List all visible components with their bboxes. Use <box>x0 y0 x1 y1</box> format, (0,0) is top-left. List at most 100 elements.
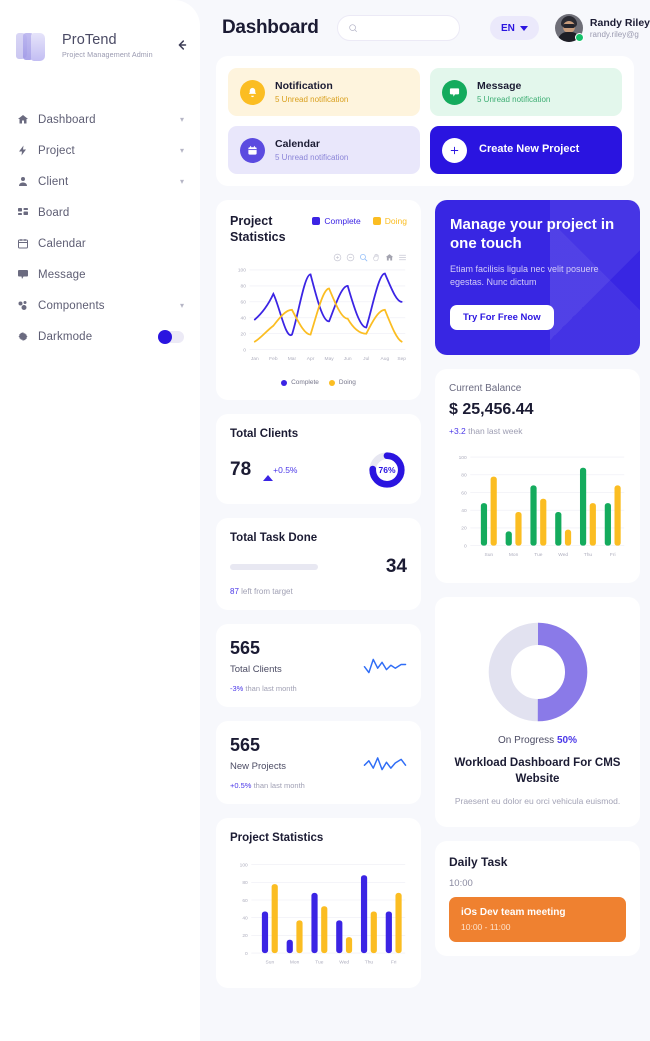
svg-text:40: 40 <box>241 316 247 322</box>
balance-bar-chart: 1008060 40200 <box>449 444 626 564</box>
sidebar: ProTend Project Management Admin Dashboa… <box>0 0 200 1041</box>
gear-icon <box>16 330 29 343</box>
zoom-in-icon[interactable] <box>333 253 342 262</box>
daily-task-time: 10:00 <box>449 878 626 889</box>
status-badge <box>575 33 584 42</box>
chat-icon <box>442 80 467 105</box>
mini-card-new-projects: 565 New Projects +0.5% than last month <box>216 721 421 804</box>
chat-icon <box>16 268 29 281</box>
daily-task-item[interactable]: iOs Dev team meeting 10:00 - 11:00 <box>449 897 626 942</box>
notification-card[interactable]: Notification 5 Unread notification <box>228 68 420 116</box>
legend-label: Complete <box>324 216 360 226</box>
pan-icon[interactable] <box>372 253 381 262</box>
legend-item-complete-bottom[interactable]: Complete <box>281 379 319 386</box>
svg-text:Wed: Wed <box>558 552 568 558</box>
svg-text:80: 80 <box>242 880 248 886</box>
total-task-done-card: Total Task Done 34 87 left from target <box>216 518 421 610</box>
sparkline-chart <box>363 655 407 677</box>
daily-task-card: Daily Task 10:00 iOs Dev team meeting 10… <box>435 841 640 956</box>
promo-subtitle: Etiam facilisis ligula nec velit posuere… <box>450 263 625 289</box>
sidebar-item-client[interactable]: Client ▾ <box>0 166 200 197</box>
sidebar-item-darkmode[interactable]: Darkmode <box>0 321 200 352</box>
sidebar-item-project[interactable]: Project ▾ <box>0 135 200 166</box>
mini-value: 565 <box>230 638 297 659</box>
calendar-icon <box>240 138 265 163</box>
mini-delta: +0.5% than last month <box>230 781 305 790</box>
selection-icon[interactable] <box>359 253 368 262</box>
mini-card-total-clients: 565 Total Clients -3% than last month <box>216 624 421 707</box>
legend-label: Doing <box>339 379 356 386</box>
sidebar-item-calendar[interactable]: Calendar <box>0 228 200 259</box>
progress-bar <box>230 564 318 570</box>
sidebar-item-label: Project <box>38 145 75 157</box>
right-column: Manage your project in one touch Etiam f… <box>435 200 640 988</box>
sidebar-item-message[interactable]: Message <box>0 259 200 290</box>
arrow-left-icon[interactable] <box>174 38 190 54</box>
menu-icon[interactable] <box>398 253 407 262</box>
sidebar-item-board[interactable]: Board <box>0 197 200 228</box>
svg-text:Wed: Wed <box>339 960 349 966</box>
search-box[interactable] <box>337 15 460 41</box>
reset-icon[interactable] <box>385 253 394 262</box>
plus-icon <box>442 138 467 163</box>
brand-name: ProTend <box>62 33 153 49</box>
legend-item-doing: Doing <box>373 216 407 226</box>
mini-label: New Projects <box>230 761 305 772</box>
sidebar-item-label: Dashboard <box>38 114 96 126</box>
chevron-down-icon: ▾ <box>180 178 184 186</box>
workload-description: Praesent eu dolor eu orci vehicula euism… <box>449 795 626 807</box>
components-icon <box>16 299 29 312</box>
workload-percent: 50% <box>557 735 577 746</box>
svg-text:60: 60 <box>241 300 247 306</box>
mini-value: 565 <box>230 735 305 756</box>
card-title: Total Task Done <box>230 532 407 544</box>
quick-actions-panel: Notification 5 Unread notification Messa… <box>216 56 634 186</box>
flash-icon <box>16 144 29 157</box>
app-root: ProTend Project Management Admin Dashboa… <box>0 0 650 1041</box>
dashboard-grid: Project Statistics Complete Doing <box>216 200 634 988</box>
svg-text:Apr: Apr <box>307 357 315 363</box>
workload-progress: On Progress 50% <box>449 735 626 746</box>
sidebar-item-dashboard[interactable]: Dashboard ▾ <box>0 104 200 135</box>
topbar: Dashboard EN Randy Riley randy.riley@ <box>200 0 650 56</box>
darkmode-toggle[interactable] <box>158 331 184 343</box>
main-content: Dashboard EN Randy Riley randy.riley@ <box>200 0 650 1041</box>
svg-text:Fri: Fri <box>391 960 397 966</box>
svg-text:May: May <box>325 357 335 363</box>
calendar-card[interactable]: Calendar 5 Unread notification <box>228 126 420 174</box>
svg-text:Jul: Jul <box>363 357 369 363</box>
profile-menu[interactable]: Randy Riley randy.riley@g <box>555 14 650 42</box>
sidebar-item-label: Client <box>38 176 68 188</box>
chevron-down-icon: ▾ <box>180 302 184 310</box>
zoom-out-icon[interactable] <box>346 253 355 262</box>
legend-item-doing-bottom[interactable]: Doing <box>329 379 356 386</box>
svg-text:Tue: Tue <box>315 960 323 966</box>
message-card[interactable]: Message 5 Unread notification <box>430 68 622 116</box>
try-free-button[interactable]: Try For Free Now <box>450 305 554 330</box>
sparkline-chart <box>363 752 407 774</box>
svg-text:Fri: Fri <box>610 552 616 558</box>
svg-text:Tue: Tue <box>534 552 542 558</box>
sidebar-item-components[interactable]: Components ▾ <box>0 290 200 321</box>
create-project-button[interactable]: Create New Project <box>430 126 622 174</box>
svg-text:40: 40 <box>461 508 467 514</box>
project-statistics-bar-card: Project Statistics 1008060 40200 <box>216 818 421 988</box>
language-selector[interactable]: EN <box>490 16 539 40</box>
sidebar-item-label: Darkmode <box>38 331 92 343</box>
brand-subtitle: Project Management Admin <box>62 50 153 59</box>
task-remaining-value: 87 <box>230 587 239 596</box>
brand[interactable]: ProTend Project Management Admin <box>0 26 200 66</box>
sidebar-nav: Dashboard ▾ Project ▾ Client ▾ <box>0 104 200 352</box>
percent-label: 76% <box>367 450 407 490</box>
chart-toolbar[interactable] <box>230 253 407 262</box>
calendar-icon <box>16 237 29 250</box>
logo-icon <box>16 31 52 61</box>
search-input[interactable] <box>364 23 449 34</box>
workload-title: Workload Dashboard For CMS Website <box>449 756 626 787</box>
left-column: Project Statistics Complete Doing <box>216 200 421 988</box>
line-series-complete <box>255 274 402 336</box>
workload-card: On Progress 50% Workload Dashboard For C… <box>435 597 640 827</box>
svg-text:Sep: Sep <box>397 357 406 363</box>
task-title: iOs Dev team meeting <box>461 907 614 918</box>
page-title: Dashboard <box>222 17 319 39</box>
